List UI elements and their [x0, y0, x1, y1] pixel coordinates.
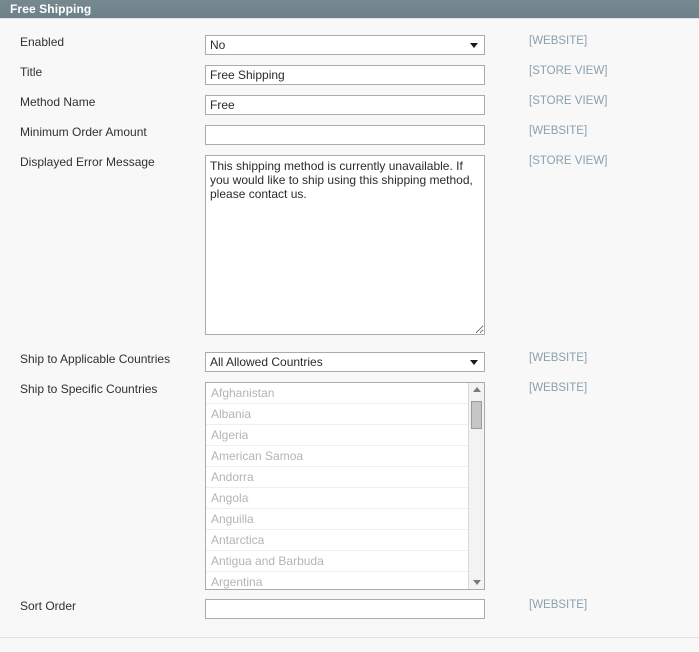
scope-enabled: [WEBSITE]	[529, 35, 588, 47]
ship-to-specific-countries-listbox[interactable]: Afghanistan Albania Algeria American Samoa A…	[205, 382, 485, 590]
section-title: Free Shipping	[10, 2, 92, 16]
field-row-sort-order: Sort Order [WEBSITE]	[0, 590, 699, 637]
label-minimum-order-amount: Minimum Order Amount	[20, 125, 147, 139]
label-enabled: Enabled	[20, 35, 65, 49]
title-input[interactable]	[205, 65, 485, 85]
control-minimum-order-amount	[205, 125, 501, 145]
ship-to-applicable-countries-select[interactable]: All Allowed Countries	[205, 352, 485, 372]
scope-sort-order: [WEBSITE]	[529, 599, 588, 611]
country-option[interactable]: Andorra	[206, 467, 468, 488]
form-bottom-divider	[0, 637, 699, 638]
scope-minimum-order-amount: [WEBSITE]	[529, 125, 588, 137]
scroll-up-arrow-icon[interactable]	[469, 383, 484, 397]
scope-displayed-error-message: [STORE VIEW]	[529, 155, 608, 167]
country-option[interactable]: Albania	[206, 404, 468, 425]
country-option[interactable]: Afghanistan	[206, 383, 468, 404]
control-sort-order	[205, 599, 501, 619]
scope-title: [STORE VIEW]	[529, 65, 608, 77]
control-ship-to-specific-countries: Afghanistan Albania Algeria American Samoa A…	[205, 382, 501, 590]
country-option[interactable]: Antigua and Barbuda	[206, 551, 468, 572]
field-row-method-name: Method Name [STORE VIEW]	[0, 85, 699, 115]
scroll-down-arrow-icon[interactable]	[469, 575, 484, 589]
control-displayed-error-message: This shipping method is currently unavai…	[205, 155, 501, 338]
control-method-name	[205, 95, 501, 115]
section-header-free-shipping[interactable]: Free Shipping	[0, 0, 699, 19]
label-method-name: Method Name	[20, 95, 96, 109]
field-row-ship-to-specific-countries: Ship to Specific Countries Afghanistan Al…	[0, 372, 699, 590]
country-option[interactable]: Antarctica	[206, 530, 468, 551]
field-row-enabled: Enabled No [WEBSITE]	[0, 19, 699, 55]
minimum-order-amount-input[interactable]	[205, 125, 485, 145]
method-name-input[interactable]	[205, 95, 485, 115]
label-sort-order: Sort Order	[20, 599, 77, 613]
scope-ship-to-applicable-countries: [WEBSITE]	[529, 352, 588, 364]
country-option-list[interactable]: Afghanistan Albania Algeria American Samoa A…	[206, 383, 468, 589]
field-row-displayed-error-message: Displayed Error Message This shipping me…	[0, 145, 699, 338]
country-option[interactable]: Algeria	[206, 425, 468, 446]
label-displayed-error-message: Displayed Error Message	[20, 155, 155, 169]
scrollbar-thumb[interactable]	[471, 401, 482, 429]
scope-ship-to-specific-countries: [WEBSITE]	[529, 382, 588, 394]
displayed-error-message-textarea[interactable]: This shipping method is currently unavai…	[205, 155, 485, 335]
field-row-minimum-order-amount: Minimum Order Amount [WEBSITE]	[0, 115, 699, 145]
control-enabled: No	[205, 35, 501, 55]
field-row-title: Title [STORE VIEW]	[0, 55, 699, 85]
enabled-select[interactable]: No	[205, 35, 485, 55]
sort-order-input[interactable]	[205, 599, 485, 619]
country-option[interactable]: Angola	[206, 488, 468, 509]
country-option[interactable]: American Samoa	[206, 446, 468, 467]
listbox-scrollbar[interactable]	[468, 383, 484, 589]
label-ship-to-applicable-countries: Ship to Applicable Countries	[20, 352, 171, 366]
label-title: Title	[20, 65, 43, 79]
control-title	[205, 65, 501, 85]
free-shipping-form: Enabled No [WEBSITE] Title [STORE VIEW] …	[0, 19, 699, 638]
label-ship-to-specific-countries: Ship to Specific Countries	[20, 382, 158, 396]
field-row-ship-to-applicable-countries: Ship to Applicable Countries All Allowed…	[0, 338, 699, 372]
control-ship-to-applicable-countries: All Allowed Countries	[205, 352, 501, 372]
country-option[interactable]: Argentina	[206, 572, 468, 589]
scope-method-name: [STORE VIEW]	[529, 95, 608, 107]
country-option[interactable]: Anguilla	[206, 509, 468, 530]
